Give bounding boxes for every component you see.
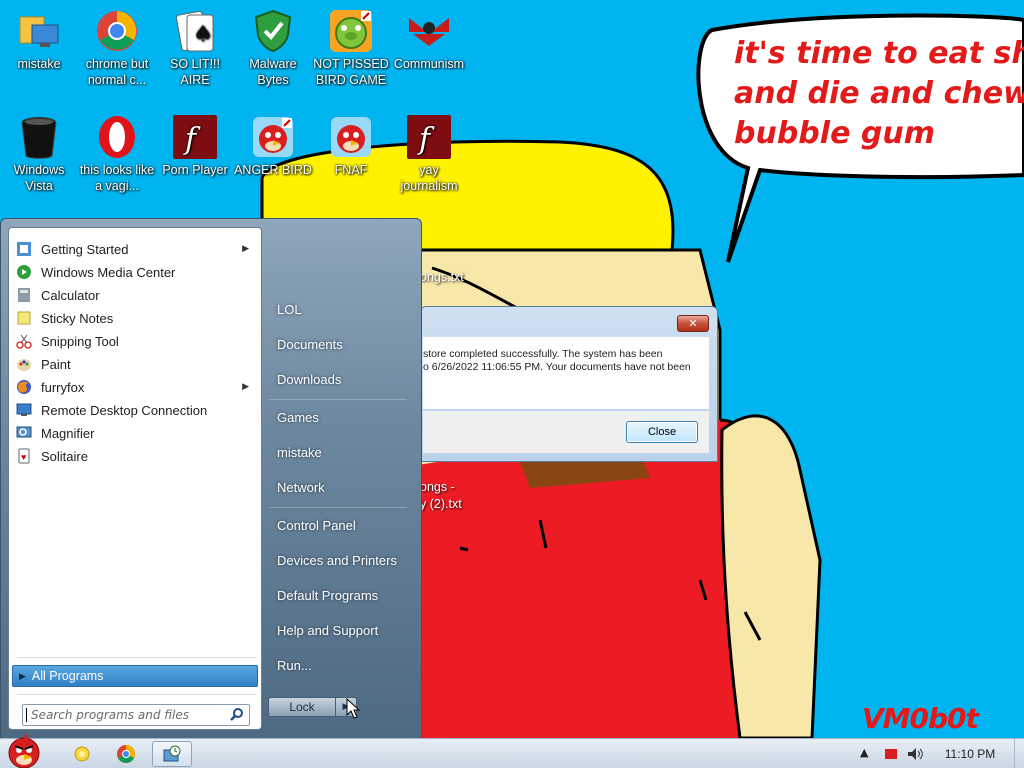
communism-emblem-icon bbox=[406, 8, 452, 54]
taskbar-chrome[interactable] bbox=[106, 741, 146, 767]
start-button[interactable] bbox=[4, 731, 44, 768]
taskbar-clock[interactable]: 11:10 PM bbox=[932, 739, 1008, 768]
media-center-icon bbox=[15, 263, 33, 281]
program-sticky-notes[interactable]: Sticky Notes bbox=[11, 307, 259, 329]
right-item-games[interactable]: Games bbox=[268, 403, 414, 433]
sticky-notes-icon bbox=[15, 309, 33, 327]
desktop-icon-porn-player[interactable]: f Porn Player bbox=[156, 110, 234, 178]
dialog-close-x-button[interactable]: ✕ bbox=[677, 315, 709, 332]
desktop-icon-chrome[interactable]: chrome but normal c... bbox=[78, 4, 156, 88]
desktop-icon-solitaire[interactable]: ♠ SO LIT!!! AIRE bbox=[156, 4, 234, 88]
remote-desktop-icon bbox=[15, 401, 33, 419]
angry-bird-start-icon bbox=[8, 732, 40, 768]
right-item-network[interactable]: Network bbox=[268, 473, 414, 503]
desktop-icon-malwarebytes[interactable]: Malware Bytes bbox=[234, 4, 312, 88]
start-menu: Getting Started ▶ Windows Media Center C… bbox=[0, 218, 422, 739]
program-snipping-tool[interactable]: Snipping Tool bbox=[11, 330, 259, 352]
program-getting-started[interactable]: Getting Started ▶ bbox=[11, 238, 259, 260]
search-input[interactable]: Search programs and files bbox=[22, 704, 250, 726]
chrome-icon bbox=[117, 745, 135, 763]
search-icon[interactable] bbox=[230, 707, 244, 727]
right-item-devices-and-printers[interactable]: Devices and Printers bbox=[268, 546, 414, 576]
program-solitaire[interactable]: ♥ Solitaire bbox=[11, 445, 259, 467]
watermark: VM0b0t bbox=[862, 702, 979, 735]
program-paint[interactable]: Paint bbox=[11, 353, 259, 375]
right-item-run[interactable]: Run... bbox=[268, 651, 414, 681]
program-furryfox[interactable]: furryfox ▶ bbox=[11, 376, 259, 398]
desktop-icon-windows-vista[interactable]: Windows Vista bbox=[0, 110, 78, 194]
svg-text:♥: ♥ bbox=[21, 452, 26, 462]
mouse-cursor-icon bbox=[346, 698, 361, 719]
desktop-file-label[interactable]: ongs - bbox=[420, 480, 455, 494]
right-item-mistake[interactable]: mistake bbox=[268, 438, 414, 468]
magnifier-icon bbox=[15, 424, 33, 442]
dialog-message-line2: o 6/26/2022 11:06:55 PM. Your documents … bbox=[423, 361, 691, 373]
program-magnifier[interactable]: Magnifier bbox=[11, 422, 259, 444]
program-calculator[interactable]: Calculator bbox=[11, 284, 259, 306]
desktop-icon-fnaf[interactable]: FNAF bbox=[312, 110, 390, 178]
folder-monitor-icon bbox=[16, 8, 62, 54]
angry-bird-icon bbox=[250, 114, 296, 160]
text-caret bbox=[26, 708, 27, 722]
program-windows-media-center[interactable]: Windows Media Center bbox=[11, 261, 259, 283]
angry-bird-icon bbox=[328, 114, 374, 160]
desktop-icon-not-pissed-bird-game[interactable]: NOT PISSED BIRD GAME bbox=[312, 4, 390, 88]
close-button[interactable]: Close bbox=[626, 421, 698, 443]
triangle-right-icon: ▶ bbox=[19, 670, 26, 681]
taskbar-sticky-notes[interactable] bbox=[62, 741, 102, 767]
speech-bubble-text: it's time to eat shit and die and chew b… bbox=[734, 36, 1024, 151]
flash-icon: f bbox=[406, 114, 452, 160]
show-desktop-button[interactable] bbox=[1014, 739, 1024, 768]
volume-icon[interactable] bbox=[906, 746, 924, 765]
program-remote-desktop-connection[interactable]: Remote Desktop Connection bbox=[11, 399, 259, 421]
right-item-lol[interactable]: LOL bbox=[268, 295, 414, 325]
tray-expand-arrow-icon[interactable]: ▲ bbox=[860, 746, 868, 759]
start-menu-programs-pane: Getting Started ▶ Windows Media Center C… bbox=[8, 227, 262, 730]
action-center-flag-icon[interactable] bbox=[884, 748, 898, 763]
sticky-notes-icon bbox=[74, 746, 90, 762]
desktop-icon-mistake[interactable]: mistake bbox=[0, 4, 78, 72]
dialog-body: store completed successfully. The system… bbox=[423, 337, 709, 409]
desktop-icon-yay-journalism[interactable]: f yay journalism bbox=[390, 110, 468, 194]
right-item-downloads[interactable]: Downloads bbox=[268, 365, 414, 395]
opera-icon bbox=[94, 114, 140, 160]
all-programs-button[interactable]: ▶ All Programs bbox=[12, 665, 258, 687]
submenu-arrow-icon: ▶ bbox=[242, 243, 249, 253]
right-item-control-panel[interactable]: Control Panel bbox=[268, 511, 414, 541]
right-item-help-and-support[interactable]: Help and Support bbox=[268, 616, 414, 646]
trash-bin-icon bbox=[16, 114, 62, 160]
separator bbox=[269, 399, 407, 400]
calculator-icon bbox=[15, 286, 33, 304]
right-item-documents[interactable]: Documents bbox=[268, 330, 414, 360]
green-pig-icon bbox=[328, 8, 374, 54]
lock-button[interactable]: Lock bbox=[268, 697, 336, 717]
dialog-message-line1: store completed successfully. The system… bbox=[423, 348, 663, 360]
separator bbox=[17, 694, 257, 695]
svg-text:♠: ♠ bbox=[193, 22, 213, 47]
desktop-file-label[interactable]: y (2).txt bbox=[420, 497, 462, 511]
submenu-arrow-icon: ▶ bbox=[242, 381, 249, 391]
solitaire-icon: ♥ bbox=[15, 447, 33, 465]
solitaire-icon: ♠ bbox=[172, 8, 218, 54]
shield-check-icon bbox=[250, 8, 296, 54]
firefox-icon bbox=[15, 378, 33, 396]
paint-icon bbox=[15, 355, 33, 373]
system-restore-dialog: ✕ store completed successfully. The syst… bbox=[420, 306, 718, 462]
taskbar: ▲ 11:10 PM bbox=[0, 732, 1024, 768]
snipping-tool-icon bbox=[15, 332, 33, 350]
dialog-footer: Close bbox=[423, 411, 709, 453]
flash-icon: f bbox=[172, 114, 218, 160]
taskbar-system-restore[interactable] bbox=[152, 741, 192, 767]
desktop-icon-communism[interactable]: Communism bbox=[390, 4, 468, 72]
right-item-default-programs[interactable]: Default Programs bbox=[268, 581, 414, 611]
chrome-icon bbox=[94, 8, 140, 54]
desktop-file-label[interactable]: ongs.txt bbox=[420, 270, 464, 284]
desktop-icon-opera[interactable]: this looks like a vagi... bbox=[78, 110, 156, 194]
getting-started-icon bbox=[15, 240, 33, 258]
desktop-icon-anger-bird[interactable]: ANGER BIRD bbox=[234, 110, 312, 178]
separator bbox=[17, 657, 257, 658]
separator bbox=[269, 507, 407, 508]
system-restore-icon bbox=[163, 745, 181, 762]
